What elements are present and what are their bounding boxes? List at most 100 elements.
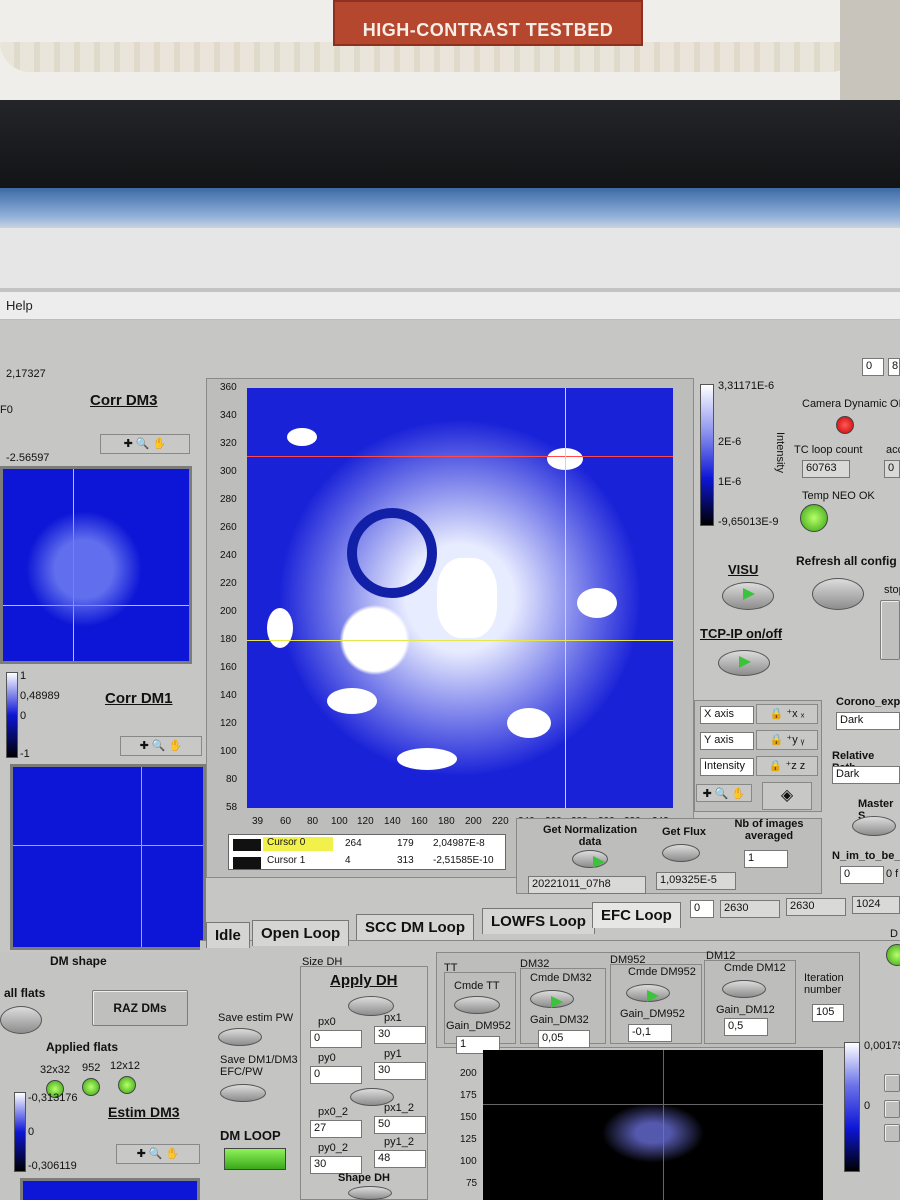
get-flux-label: Get Flux <box>662 826 707 838</box>
menu-bar <box>0 292 900 320</box>
top-right-field-1[interactable]: 0 <box>862 358 884 376</box>
intensity-scale-bar <box>700 384 714 526</box>
px1-2-field[interactable]: 50 <box>374 1116 426 1134</box>
visu-button[interactable] <box>722 582 774 610</box>
nb-images-label: Nb of images averaged <box>734 818 804 842</box>
raz-dms-button[interactable]: RAZ DMs <box>92 990 188 1026</box>
gain-dm952-label: Gain_DM952 <box>620 1008 685 1020</box>
y-axis-field[interactable]: Y axis <box>700 732 754 750</box>
y-axis-tools[interactable]: 🔒 ⁺y ᵧ <box>756 730 818 750</box>
tab-idle[interactable]: Idle <box>206 922 250 948</box>
x-axis-tools[interactable]: 🔒 ⁺x ₓ <box>756 704 818 724</box>
dm-loop-label: DM LOOP <box>220 1128 281 1143</box>
nb-images-field[interactable]: 1 <box>744 850 788 868</box>
gain-dm32-field[interactable]: 0,05 <box>538 1030 590 1048</box>
bottom-scale-top: 0,00175 <box>864 1040 900 1052</box>
bottom-y-tick: 175 <box>460 1090 477 1101</box>
flat-952-label: 952 <box>82 1062 101 1074</box>
camera-dynamic-led <box>836 416 854 434</box>
main-x-tick: 39 <box>252 816 264 827</box>
right-side-control-2[interactable] <box>884 1100 900 1118</box>
graph-pan-icon[interactable]: ◈ <box>762 782 812 810</box>
get-flux-button[interactable] <box>662 844 700 862</box>
main-x-tick: 160 <box>411 816 428 827</box>
all-flats-button[interactable] <box>0 1006 42 1034</box>
main-y-tick: 220 <box>220 578 237 589</box>
tab-lowfs-loop[interactable]: LOWFS Loop <box>482 908 595 934</box>
cursor0-swatch <box>233 839 261 851</box>
cmde-tt-button[interactable] <box>454 996 500 1014</box>
tab-scc-dm-loop[interactable]: SCC DM Loop <box>356 914 474 940</box>
tcpip-button[interactable] <box>718 650 770 676</box>
top-right-field-2[interactable]: 8 <box>888 358 900 376</box>
main-y-tick: 200 <box>220 606 237 617</box>
master-button[interactable] <box>852 816 896 836</box>
gain-dm32-label: Gain_DM32 <box>530 1014 589 1026</box>
visu-label: VISU <box>728 562 759 577</box>
estim-dm3-scale-bot: -0,306119 <box>28 1160 77 1172</box>
bottom-scale-zero: 0 <box>864 1100 871 1112</box>
refresh-config-button[interactable] <box>812 578 864 610</box>
shape-dh-button[interactable] <box>348 1186 392 1200</box>
tab-open-loop[interactable]: Open Loop <box>252 920 350 946</box>
stop-button[interactable] <box>880 600 900 660</box>
cmde-dm952-button[interactable] <box>626 984 670 1002</box>
py1-2-field[interactable]: 48 <box>374 1150 426 1168</box>
dark-hole-speckles <box>593 1098 713 1168</box>
corr-dm1-graph-tools[interactable]: ✚ 🔍 ✋ <box>120 736 202 756</box>
cursor1-x: 4 <box>345 855 351 866</box>
bottom-y-tick: 150 <box>460 1112 477 1123</box>
dm-loop-toggle[interactable] <box>224 1148 286 1170</box>
right-side-control-3[interactable] <box>884 1124 900 1142</box>
cmde-dm32-button[interactable] <box>530 990 574 1008</box>
estim-dm3-graph-tools[interactable]: ✚ 🔍 ✋ <box>116 1144 200 1164</box>
main-x-tick: 180 <box>438 816 455 827</box>
corr-dm3-graph-tools[interactable]: ✚ 🔍 ✋ <box>100 434 190 454</box>
nim-field[interactable]: 0 <box>840 866 884 884</box>
menu-help[interactable]: Help <box>6 298 33 313</box>
cursor0-name[interactable]: Cursor 0 <box>263 837 333 851</box>
corr-dm1-cursor-v <box>141 767 142 947</box>
cursor1-name[interactable]: Cursor 1 <box>267 855 305 866</box>
tab-row-field-4: 1024 <box>852 896 900 914</box>
intensity-axis-field[interactable]: Intensity <box>700 758 754 776</box>
corono-expo-field[interactable]: Dark <box>836 712 900 730</box>
main-x-tick: 60 <box>280 816 292 827</box>
cmde-dm952-label: Cmde DM952 <box>628 966 696 978</box>
py1-field[interactable]: 30 <box>374 1062 426 1080</box>
corr-dm1-scale-mid: 0,48989 <box>20 690 60 702</box>
save-dm-button[interactable] <box>220 1084 266 1102</box>
iteration-field[interactable]: 105 <box>812 1004 844 1022</box>
right-side-control-1[interactable] <box>884 1074 900 1092</box>
relative-path-field[interactable]: Dark <box>832 766 900 784</box>
px0-2-field[interactable]: 27 <box>310 1120 362 1138</box>
gain-dm12-field[interactable]: 0,5 <box>724 1018 768 1036</box>
get-norm-button[interactable] <box>572 850 608 868</box>
cmde-dm12-label: Cmde DM12 <box>724 962 786 974</box>
bottom-y-tick: 200 <box>460 1068 477 1079</box>
intensity-scale-1: 1E-6 <box>718 476 742 488</box>
bottom-y-tick: 100 <box>460 1156 477 1167</box>
gain-dm952-field[interactable]: -0,1 <box>628 1024 672 1042</box>
estim-dm3-scale-top: -0,313176 <box>28 1092 78 1104</box>
intensity-axis-tools[interactable]: 🔒 ⁺z z <box>756 756 818 776</box>
testbed-sign: HIGH-CONTRAST TESTBED <box>333 0 643 46</box>
stop-label: stop <box>884 584 900 596</box>
py0-field[interactable]: 0 <box>310 1066 362 1084</box>
main-y-tick: 320 <box>220 438 237 449</box>
x-axis-field[interactable]: X axis <box>700 706 754 724</box>
main-x-tick: 80 <box>307 816 319 827</box>
tab-efc-loop[interactable]: EFC Loop <box>592 902 681 928</box>
px1-label: px1 <box>384 1012 402 1024</box>
px1-field[interactable]: 30 <box>374 1026 426 1044</box>
save-estim-button[interactable] <box>218 1028 262 1046</box>
tab-row-field-1[interactable]: 0 <box>690 900 714 918</box>
bottom-y-tick: 125 <box>460 1134 477 1145</box>
cmde-dm12-button[interactable] <box>722 980 766 998</box>
px0-field[interactable]: 0 <box>310 1030 362 1048</box>
main-graph-tools[interactable]: ✚ 🔍 ✋ <box>696 784 752 802</box>
px0-label: px0 <box>318 1016 336 1028</box>
main-x-tick: 120 <box>357 816 374 827</box>
refresh-config-label: Refresh all config <box>796 554 897 568</box>
corr-dm1-scale-zero: 0 <box>20 710 27 722</box>
